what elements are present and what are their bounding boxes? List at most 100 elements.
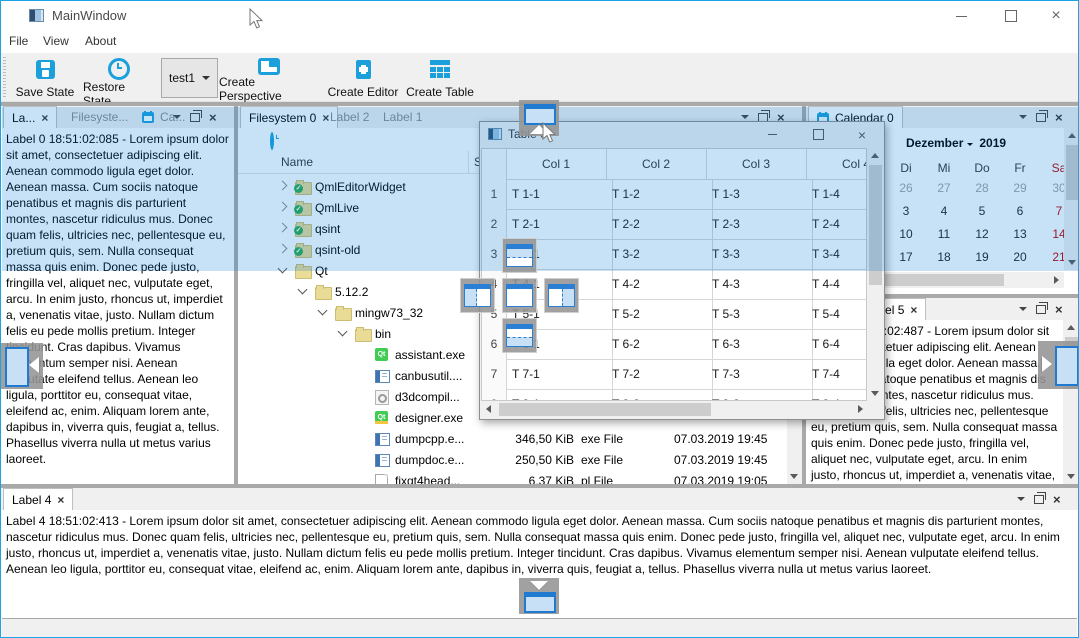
expander-right-icon[interactable]	[278, 181, 288, 191]
calendar-date[interactable]: 19	[967, 250, 997, 264]
drop-indicator-left[interactable]	[460, 278, 495, 313]
panel-menu-icon[interactable]	[1019, 115, 1027, 119]
tab-close-icon[interactable]: ×	[57, 493, 64, 507]
close-button[interactable]: ×	[1033, 1, 1079, 31]
table-cell[interactable]: T 8-2	[606, 389, 713, 401]
tree-row[interactable]: dumpdoc.e...250,50 KiBexe File07.03.2019…	[238, 449, 787, 470]
calendar-date[interactable]: 26	[891, 181, 921, 195]
calendar-date[interactable]: 12	[967, 227, 997, 241]
drop-indicator-window-left[interactable]	[0, 343, 43, 389]
table-cell[interactable]: T 7-3	[706, 359, 813, 390]
scroll-up-icon[interactable]	[871, 153, 879, 158]
expander-down-icon[interactable]	[338, 327, 348, 337]
table-row-header[interactable]: 1	[482, 179, 507, 210]
table-cell[interactable]: T 8-1	[506, 389, 613, 401]
tab-filesystem1[interactable]: Filesyste...	[63, 106, 136, 128]
save-state-button[interactable]: Save State	[13, 56, 77, 100]
table-cell[interactable]: T 7-4	[806, 359, 867, 390]
panel-menu-icon[interactable]	[173, 115, 181, 119]
calendar-date[interactable]: 6	[1005, 204, 1035, 218]
create-table-button[interactable]: Create Table	[403, 56, 477, 100]
table-cell[interactable]: T 2-2	[606, 209, 713, 240]
menu-about[interactable]: About	[85, 34, 116, 48]
table-row-header[interactable]: 2	[482, 209, 507, 240]
tab-label2[interactable]: Label 2	[322, 106, 377, 128]
perspective-combo[interactable]: test1	[161, 58, 218, 98]
table-vertical-scrollbar[interactable]	[867, 148, 884, 401]
table-cell[interactable]: T 3-3	[706, 239, 813, 270]
tree-row[interactable]: fixqt4head...6,37 KiBpl File07.03.2019 1…	[238, 470, 787, 484]
tab-close-icon[interactable]: ×	[910, 303, 917, 317]
panel-float-icon[interactable]	[1036, 305, 1046, 314]
create-editor-button[interactable]: Create Editor	[325, 56, 401, 100]
expander-right-icon[interactable]	[278, 244, 288, 254]
drop-indicator-center[interactable]	[502, 278, 537, 313]
calendar-date[interactable]: 3	[891, 204, 921, 218]
maximize-button[interactable]	[798, 122, 838, 147]
scroll-up-icon[interactable]	[1067, 325, 1075, 330]
table-widget[interactable]: Col 1Col 2Col 3Col 41T 1-1T 1-2T 1-3T 1-…	[481, 148, 867, 401]
tree-row[interactable]: dumpcpp.e...346,50 KiBexe File07.03.2019…	[238, 428, 787, 449]
expander-down-icon[interactable]	[298, 285, 308, 295]
calendar-date[interactable]: 27	[929, 181, 959, 195]
panel-float-icon[interactable]	[1034, 495, 1044, 504]
table-cell[interactable]: T 4-4	[806, 269, 867, 300]
scroll-right-icon[interactable]	[1054, 276, 1059, 284]
table-row-header[interactable]: 7	[482, 359, 507, 390]
scroll-down-icon[interactable]	[1067, 474, 1075, 479]
table-horizontal-scrollbar[interactable]	[481, 401, 867, 418]
toolbar-drag-handle[interactable]	[3, 57, 6, 97]
month-dropdown-icon[interactable]	[967, 143, 973, 146]
tab-close-icon[interactable]: ×	[41, 111, 48, 125]
table-cell[interactable]: T 5-2	[606, 299, 713, 330]
panel-close-icon[interactable]: ×	[1053, 493, 1061, 506]
expander-down-icon[interactable]	[318, 306, 328, 316]
table-column-header[interactable]: Col 2	[606, 149, 707, 180]
table-cell[interactable]: T 2-4	[806, 209, 867, 240]
title-bar[interactable]: MainWindow ×	[1, 1, 1078, 31]
expander-down-icon[interactable]	[278, 264, 288, 274]
column-header-name[interactable]: Name	[281, 155, 313, 169]
table-cell[interactable]: T 5-4	[806, 299, 867, 330]
tab-label0[interactable]: La...×	[3, 106, 57, 129]
scrollbar-thumb[interactable]	[869, 165, 882, 285]
calendar-vertical-scrollbar[interactable]	[1064, 128, 1079, 270]
table-column-header[interactable]: Col 3	[706, 149, 807, 180]
panel-close-icon[interactable]: ×	[1055, 303, 1063, 316]
minimize-button[interactable]	[938, 1, 984, 31]
scroll-down-icon[interactable]	[790, 474, 798, 479]
floating-table-window[interactable]: Table 0 × Col 1Col 2Col 3Col 41T 1-1T 1-…	[479, 121, 885, 420]
expander-right-icon[interactable]	[278, 202, 288, 212]
table-cell[interactable]: T 1-4	[806, 179, 867, 210]
minimize-button[interactable]	[752, 122, 792, 147]
table-cell[interactable]: T 1-3	[706, 179, 813, 210]
calendar-date[interactable]: 28	[967, 181, 997, 195]
table-cell[interactable]: T 8-4	[806, 389, 867, 401]
tab-label4[interactable]: Label 4×	[3, 488, 73, 511]
drop-indicator-top[interactable]	[502, 238, 537, 273]
calendar-date[interactable]: 5	[967, 204, 997, 218]
panel-menu-icon[interactable]	[741, 115, 749, 119]
calendar-month-header[interactable]: Dezember2019	[906, 136, 1006, 150]
restore-icon[interactable]	[270, 134, 274, 148]
tab-label1[interactable]: Label 1	[375, 106, 430, 128]
scrollbar-thumb[interactable]	[499, 403, 711, 416]
table-cell[interactable]: T 3-4	[806, 239, 867, 270]
calendar-date[interactable]: 11	[929, 227, 959, 241]
table-cell[interactable]: T 1-1	[506, 179, 613, 210]
panel-menu-icon[interactable]	[1017, 497, 1025, 501]
panel-float-icon[interactable]	[190, 113, 200, 122]
table-cell[interactable]: T 8-3	[706, 389, 813, 401]
panel-close-icon[interactable]: ×	[1055, 111, 1063, 124]
panel-menu-icon[interactable]	[1019, 307, 1027, 311]
menu-file[interactable]: File	[9, 34, 28, 48]
table-cell[interactable]: T 7-2	[606, 359, 713, 390]
table-column-header[interactable]: Col 1	[506, 149, 607, 180]
table-cell[interactable]: T 5-3	[706, 299, 813, 330]
calendar-date[interactable]: 13	[1005, 227, 1035, 241]
scroll-left-icon[interactable]	[486, 405, 491, 413]
drop-indicator-window-top[interactable]	[519, 100, 559, 136]
table-cell[interactable]: T 4-2	[606, 269, 713, 300]
calendar-date[interactable]: 4	[929, 204, 959, 218]
calendar-date[interactable]: 29	[1005, 181, 1035, 195]
